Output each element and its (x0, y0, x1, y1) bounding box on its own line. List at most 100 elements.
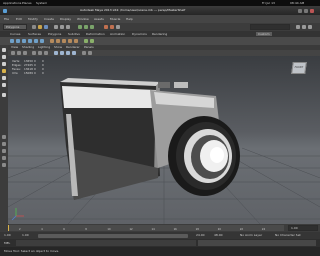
shelf-extrude-icon[interactable] (62, 39, 66, 43)
tool-settings-icon[interactable] (302, 25, 306, 29)
perspective-viewport[interactable]: Verts: 136500 0 Edges: 272650 0 Faces: 136180… (8, 56, 320, 224)
minimize-icon[interactable] (298, 8, 302, 13)
rotate-tool-icon[interactable] (2, 76, 6, 80)
current-frame-field[interactable]: 1.00 (288, 225, 318, 231)
panel-menu-lighting[interactable]: Lighting (38, 46, 50, 49)
isolate-select-icon[interactable] (88, 51, 92, 55)
current-time-marker[interactable] (8, 225, 9, 231)
snap-curve-icon[interactable] (84, 25, 88, 29)
hypershade-layout-icon[interactable] (2, 163, 6, 167)
camera-attributes-icon[interactable] (17, 51, 21, 55)
shelf-separate-icon[interactable] (56, 39, 60, 43)
snap-point-icon[interactable] (90, 25, 94, 29)
select-component-icon[interactable] (66, 25, 70, 29)
bookmark-icon[interactable] (23, 51, 27, 55)
shelf-bridge-icon[interactable] (68, 39, 72, 43)
four-view-icon[interactable] (2, 142, 6, 146)
panel-menu-show[interactable]: Show (54, 46, 62, 49)
command-input[interactable] (16, 240, 196, 246)
shelf-tab-subdivs[interactable]: Subdivs (68, 32, 80, 36)
character-set-dropdown[interactable]: No Character Set (275, 234, 301, 237)
shelf-tab-polygons[interactable]: Polygons (48, 32, 61, 36)
panel-menu-view[interactable]: View (11, 46, 18, 49)
select-tool-icon[interactable] (2, 48, 6, 52)
shelf-tab-deformation[interactable]: Deformation (86, 32, 105, 36)
shelf-combine-icon[interactable] (50, 39, 54, 43)
ipr-render-icon[interactable] (110, 25, 114, 29)
film-gate-icon[interactable] (38, 51, 42, 55)
anim-layer-dropdown[interactable]: No Anim Layer (240, 234, 262, 237)
shelf-cone-icon[interactable] (28, 39, 32, 43)
menu-assets[interactable]: Assets (94, 17, 104, 21)
lights-icon[interactable] (72, 51, 76, 55)
wireframe-icon[interactable] (54, 51, 58, 55)
menu-help[interactable]: Help (126, 17, 133, 21)
time-slider[interactable]: 2 4 6 8 10 12 14 16 18 20 22 24 1.00 (0, 224, 320, 232)
shelf-cube-icon[interactable] (16, 39, 20, 43)
scale-tool-icon[interactable] (2, 83, 6, 87)
os-menu-system[interactable]: System (36, 1, 47, 5)
panel-menu-renderer[interactable]: Renderer (66, 46, 80, 49)
os-menu-applications[interactable]: Applications (3, 1, 21, 5)
close-icon[interactable] (310, 8, 314, 13)
menu-muscle[interactable]: Muscle (110, 17, 120, 21)
shelf-cylinder-icon[interactable] (22, 39, 26, 43)
shelf-torus-icon[interactable] (40, 39, 44, 43)
smooth-shade-icon[interactable] (60, 51, 64, 55)
render-settings-icon[interactable] (116, 25, 120, 29)
open-scene-icon[interactable] (38, 25, 42, 29)
range-end-field[interactable]: 24.00 (196, 234, 205, 237)
menu-modify[interactable]: Modify (28, 17, 38, 21)
paint-select-icon[interactable] (2, 62, 6, 66)
shelf-tab-custom[interactable]: Custom (256, 32, 272, 36)
channel-box-icon[interactable] (308, 25, 312, 29)
attribute-editor-icon[interactable] (296, 25, 300, 29)
command-language-label[interactable]: MEL (4, 241, 10, 245)
menu-display[interactable]: Display (60, 17, 71, 21)
lasso-tool-icon[interactable] (2, 55, 6, 59)
range-start2-field[interactable]: 1.00 (22, 234, 29, 237)
range-start-field[interactable]: 1.00 (4, 234, 11, 237)
persp-outliner-icon[interactable] (2, 149, 6, 153)
shelf-tab-animation[interactable]: Animation (110, 32, 125, 36)
save-scene-icon[interactable] (44, 25, 48, 29)
shelf-tab-curves[interactable]: Curves (10, 32, 20, 36)
menu-set-dropdown[interactable]: Polygons (3, 24, 27, 30)
range-slider-handle[interactable] (38, 233, 188, 238)
time-slider-track[interactable]: 2 4 6 8 10 12 14 16 18 20 22 24 (8, 225, 284, 231)
shelf-smooth-icon[interactable] (84, 39, 88, 43)
panel-menu-panels[interactable]: Panels (84, 46, 94, 49)
single-view-icon[interactable] (2, 135, 6, 139)
quick-select-field[interactable] (250, 24, 290, 30)
shelf-plane-icon[interactable] (34, 39, 38, 43)
last-tool-icon[interactable] (2, 93, 6, 97)
render-icon[interactable] (104, 25, 108, 29)
os-menu-places[interactable]: Places (22, 1, 32, 5)
view-cube[interactable]: FRONT (291, 62, 307, 74)
move-tool-icon[interactable] (2, 69, 6, 73)
shelf-sphere-icon[interactable] (10, 39, 14, 43)
menu-edit[interactable]: Edit (16, 17, 22, 21)
grid-toggle-icon[interactable] (32, 51, 36, 55)
xray-icon[interactable] (82, 51, 86, 55)
persp-graph-icon[interactable] (2, 156, 6, 160)
shelf-tab-rendering[interactable]: Rendering (152, 32, 167, 36)
menu-file[interactable]: File (4, 17, 9, 21)
select-camera-icon[interactable] (11, 51, 15, 55)
shelf-mirror-icon[interactable] (90, 39, 94, 43)
menu-create[interactable]: Create (44, 17, 54, 21)
new-scene-icon[interactable] (32, 25, 36, 29)
select-hierarchy-icon[interactable] (54, 25, 58, 29)
window-title-bar[interactable]: Autodesk Maya 2013 x64: /home/user/scene… (0, 6, 320, 15)
maximize-icon[interactable] (304, 8, 308, 13)
shelf-tab-dynamics[interactable]: Dynamics (132, 32, 147, 36)
shelf-bevel-icon[interactable] (74, 39, 78, 43)
textured-icon[interactable] (66, 51, 70, 55)
shelf-tab-surfaces[interactable]: Surfaces (28, 32, 41, 36)
menu-window[interactable]: Window (77, 17, 89, 21)
range-end2-field[interactable]: 48.00 (214, 234, 223, 237)
resolution-gate-icon[interactable] (44, 51, 48, 55)
select-object-icon[interactable] (60, 25, 64, 29)
panel-menu-shading[interactable]: Shading (22, 46, 34, 49)
snap-grid-icon[interactable] (78, 25, 82, 29)
